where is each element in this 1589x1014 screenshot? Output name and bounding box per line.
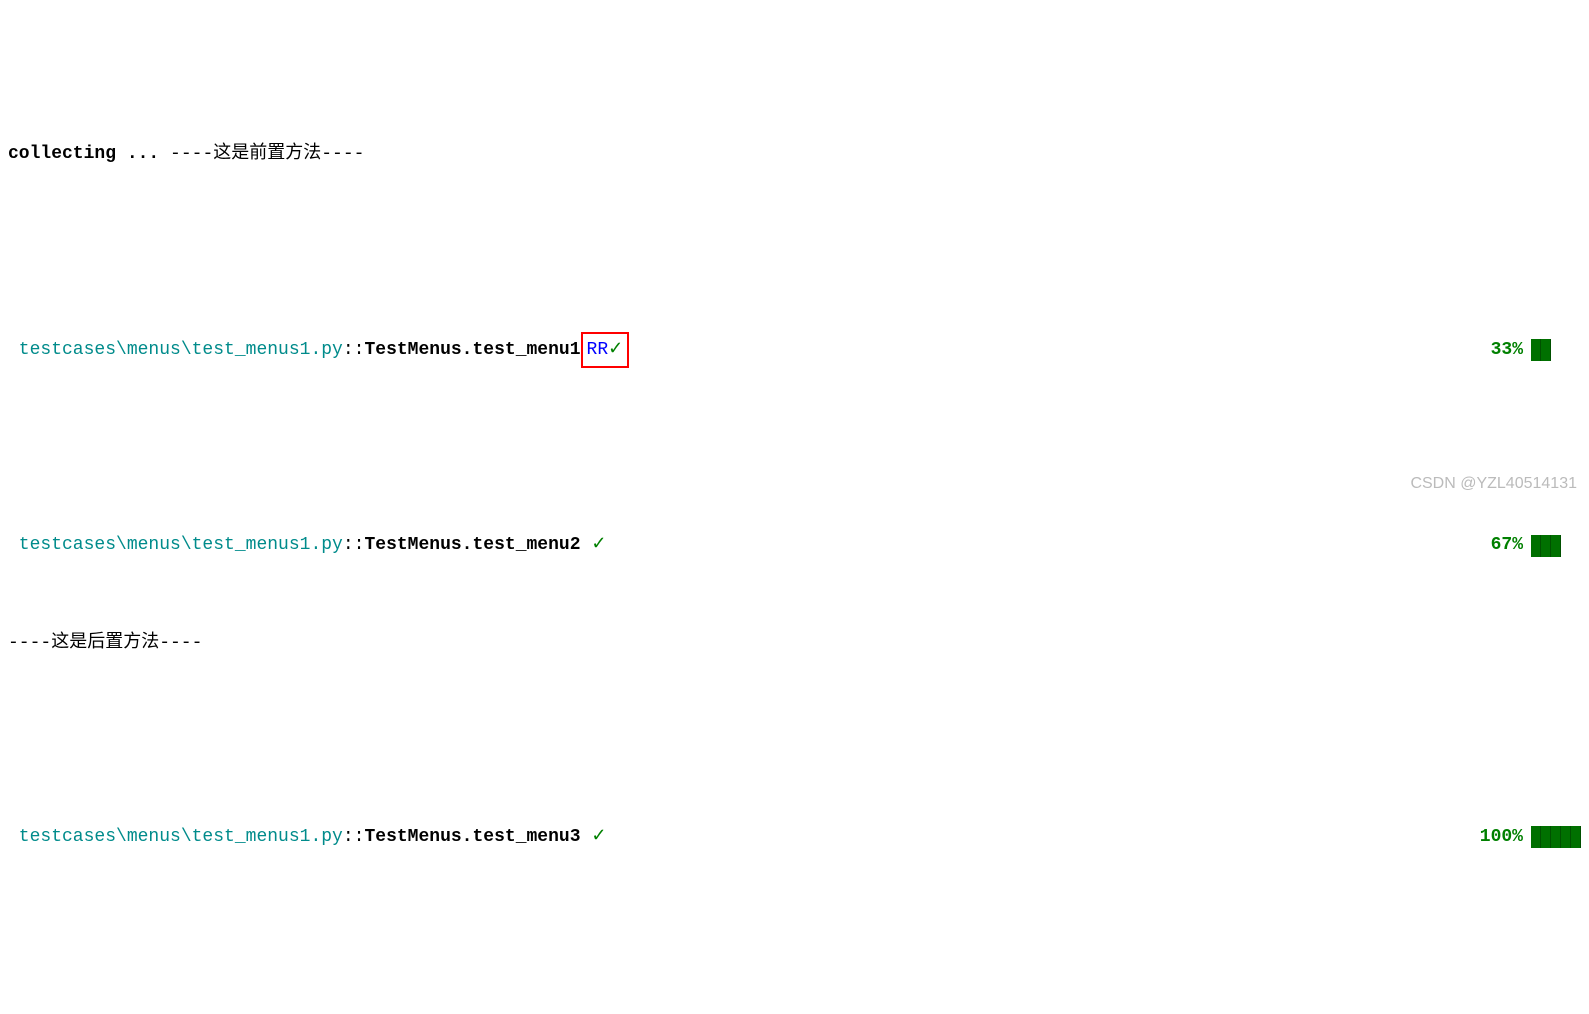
test-sep: :: [343, 821, 365, 853]
test-path: testcases\menus\test_menus1.py [8, 529, 343, 561]
blank-line [8, 235, 1581, 267]
check-icon: ✓ [591, 529, 606, 561]
test-path: testcases\menus\test_menus1.py [8, 821, 343, 853]
progress-percent: 67% [1491, 529, 1523, 561]
progress-container: 100% [1480, 821, 1581, 853]
collecting-line: collecting ... ----这是前置方法---- [8, 138, 1581, 170]
progress-container: 33% [1491, 334, 1581, 366]
test-name: TestMenus.test_menu1 [364, 334, 580, 366]
test-name: TestMenus.test_menu3 [364, 821, 591, 853]
blank-line [8, 982, 1581, 1014]
test-path: testcases\menus\test_menus1.py [8, 334, 343, 366]
test-row: testcases\menus\test_menus1.py::TestMenu… [8, 529, 1581, 561]
check-icon: ✓ [608, 334, 623, 366]
test-sep: :: [343, 529, 365, 561]
test-row: testcases\menus\test_menus1.py::TestMenu… [8, 332, 1581, 368]
progress-bar [1531, 339, 1581, 361]
blank-line [8, 918, 1581, 950]
check-icon: ✓ [591, 821, 606, 853]
teardown-line: ----这是后置方法---- [8, 627, 1581, 659]
collecting-label: collecting ... [8, 138, 159, 170]
progress-bar [1531, 535, 1581, 557]
setup-message: ----这是前置方法---- [159, 138, 364, 170]
test-name: TestMenus.test_menu2 [364, 529, 591, 561]
blank-line [8, 433, 1581, 465]
teardown-message: ----这是后置方法---- [8, 627, 202, 659]
progress-percent: 33% [1491, 334, 1523, 366]
test-row: testcases\menus\test_menus1.py::TestMenu… [8, 821, 1581, 853]
rerun-marker: RR [587, 334, 609, 366]
watermark: CSDN @YZL40514131 [1410, 470, 1577, 499]
progress-bar [1531, 826, 1581, 848]
progress-container: 67% [1491, 529, 1581, 561]
test-sep: :: [343, 334, 365, 366]
progress-percent: 100% [1480, 821, 1523, 853]
rerun-highlight-box: RR✓ [581, 332, 630, 368]
blank-line [8, 724, 1581, 756]
